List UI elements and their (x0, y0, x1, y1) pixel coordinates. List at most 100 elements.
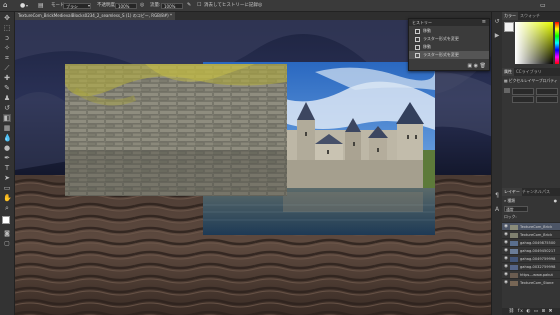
gradient-icon[interactable]: ▦ (3, 124, 11, 132)
history-state-icon (415, 28, 420, 34)
history-state-icon (415, 36, 420, 42)
height-input[interactable] (536, 88, 558, 95)
airbrush-icon[interactable]: ✎ (187, 0, 191, 11)
flow-label: 流量: (150, 3, 161, 8)
tab-properties[interactable]: 属性 (502, 68, 514, 76)
rectangle-icon[interactable]: ▭ (3, 184, 11, 192)
erase-history-label: 消去してヒストリーに記録 (204, 3, 258, 8)
crop-icon[interactable]: ⌗ (3, 54, 11, 62)
properties-field (504, 88, 510, 93)
link-icon[interactable]: ⛓ (509, 309, 516, 314)
hand-icon[interactable]: ✋ (3, 194, 12, 202)
properties-layer-type: ▦ ピクセルレイヤープロパティ (504, 78, 558, 84)
color-picker-field[interactable] (515, 22, 553, 64)
screen-mode-icon[interactable]: ▢ (3, 240, 11, 248)
chevron-down-icon: ▾ (88, 3, 91, 8)
workspace-icon[interactable]: ▭ (540, 0, 546, 11)
layer-thumbnail (510, 248, 518, 254)
color-panel-tabs: カラー スウォッチ (502, 12, 560, 20)
history-panel-title: ヒストリー (412, 20, 432, 25)
document-tab[interactable]: TextureCom_BrickMedievalBlocks0234_2_sea… (15, 12, 175, 20)
opacity-label: 不透明度: (97, 3, 117, 8)
quick-select-icon[interactable]: ✧ (3, 44, 11, 52)
new-document-icon[interactable]: ▣ (467, 63, 472, 69)
path-select-icon[interactable]: ➤ (3, 174, 11, 182)
layer-thumbnail (510, 224, 518, 230)
panel-menu-icon[interactable]: ≡ (482, 19, 486, 26)
tab-color[interactable]: カラー (502, 12, 518, 20)
pen-icon[interactable]: ✒ (3, 154, 11, 162)
erase-history-checkbox[interactable]: ☐ (197, 0, 201, 11)
history-footer: ▣ ◉ 🗑 (409, 62, 489, 70)
healing-icon[interactable]: ✚ (3, 74, 11, 82)
zoom-icon[interactable]: ⌕ (3, 204, 11, 212)
marquee-icon[interactable]: ⬚ (3, 24, 11, 32)
trash-icon[interactable]: ✖ (549, 309, 554, 314)
new-layer-icon[interactable]: ⊞ (541, 309, 546, 314)
flow-input[interactable]: 100% (161, 2, 183, 9)
history-item[interactable]: ラスター形式を変更 (409, 51, 489, 59)
layer-thumbnail (510, 264, 518, 270)
layer-thumbnail (510, 232, 518, 238)
stamp-icon[interactable]: ♟ (3, 94, 11, 102)
pressure-size-icon[interactable]: ◎ (258, 0, 262, 11)
x-input[interactable] (512, 96, 534, 103)
layer-thumbnail (510, 256, 518, 262)
quick-mask-icon[interactable]: ◙ (3, 230, 11, 238)
history-item-label: ラスター形式を変更 (423, 52, 459, 57)
tab-paths[interactable]: パス (540, 188, 552, 196)
foreground-color-swatch[interactable] (2, 216, 10, 224)
opacity-input[interactable]: 100% (115, 2, 137, 9)
mode-select[interactable]: ブラシ (63, 2, 91, 9)
history-state-icon (415, 44, 420, 50)
history-panel-header: ヒストリー ≡ (409, 19, 489, 26)
eyedropper-icon[interactable]: ⟋ (3, 64, 11, 72)
brick-wall-layer (65, 64, 287, 196)
tab-cc-libraries[interactable]: CCライブラリ (514, 68, 544, 76)
tab-layers[interactable]: レイヤー (502, 188, 522, 196)
lasso-icon[interactable]: ↄ (3, 34, 11, 42)
character-panel-icon[interactable]: A (493, 206, 501, 214)
hue-slider[interactable] (555, 22, 559, 64)
blur-icon[interactable]: 💧 (3, 134, 12, 142)
new-group-icon[interactable]: ▭ (534, 309, 539, 314)
pressure-opacity-icon[interactable]: ◎ (140, 0, 144, 11)
width-input[interactable] (512, 88, 534, 95)
actions-panel-icon[interactable]: ▶ (493, 32, 501, 40)
history-item[interactable]: 移動 (409, 43, 489, 51)
color-fg-chip[interactable] (504, 22, 514, 32)
properties-layer-type-label: ピクセルレイヤープロパティ (508, 78, 558, 83)
eraser-tool-icon[interactable]: ⌂ (3, 0, 7, 11)
paragraph-panel-icon[interactable]: ¶ (493, 192, 501, 200)
history-panel-icon[interactable]: ↺ (493, 18, 501, 26)
snapshot-icon[interactable]: ◉ (474, 63, 478, 69)
eye-icon[interactable]: ◉ (504, 279, 508, 287)
brush-icon[interactable]: ✎ (3, 84, 11, 92)
lock-label: ロック: (504, 214, 517, 219)
blend-mode-select[interactable]: 通常 (504, 206, 528, 212)
y-input[interactable] (536, 96, 558, 103)
history-item-label: ラスター形式を変更 (423, 36, 459, 41)
eraser-icon[interactable]: ◧ (3, 114, 11, 122)
mask-icon[interactable]: ◐ (526, 309, 531, 314)
history-state-icon (415, 52, 420, 58)
layer-filter-select[interactable]: 種類 (507, 198, 515, 203)
brush-preset-icon[interactable]: ● (20, 0, 25, 11)
trash-icon[interactable]: 🗑 (480, 63, 486, 69)
fx-icon[interactable]: fx (518, 309, 524, 314)
brush-settings-icon[interactable]: ▤ (38, 0, 44, 11)
dodge-icon[interactable]: ● (3, 144, 11, 152)
layer-filter-row: ⌕ 種類 ● (504, 198, 558, 204)
history-item[interactable]: ラスター形式を変更 (409, 35, 489, 43)
tab-swatches[interactable]: スウォッチ (518, 12, 542, 20)
history-item-label: 移動 (423, 28, 431, 33)
filter-toggle-icon[interactable]: ● (554, 198, 557, 204)
move-icon[interactable]: ✥ (3, 14, 11, 22)
type-icon[interactable]: T (3, 164, 11, 172)
history-brush-icon[interactable]: ↺ (3, 104, 11, 112)
layer-row[interactable]: ◉ TextureCom_Stone (502, 278, 560, 287)
history-item[interactable]: 移動 (409, 27, 489, 35)
brush-size-label: ▾ (26, 3, 29, 8)
options-bar: ⌂ ● ▾ ▤ モード: ブラシ ▾ 不透明度: 100% ◎ 流量: 100%… (0, 0, 560, 12)
history-item-label: 移動 (423, 44, 431, 49)
